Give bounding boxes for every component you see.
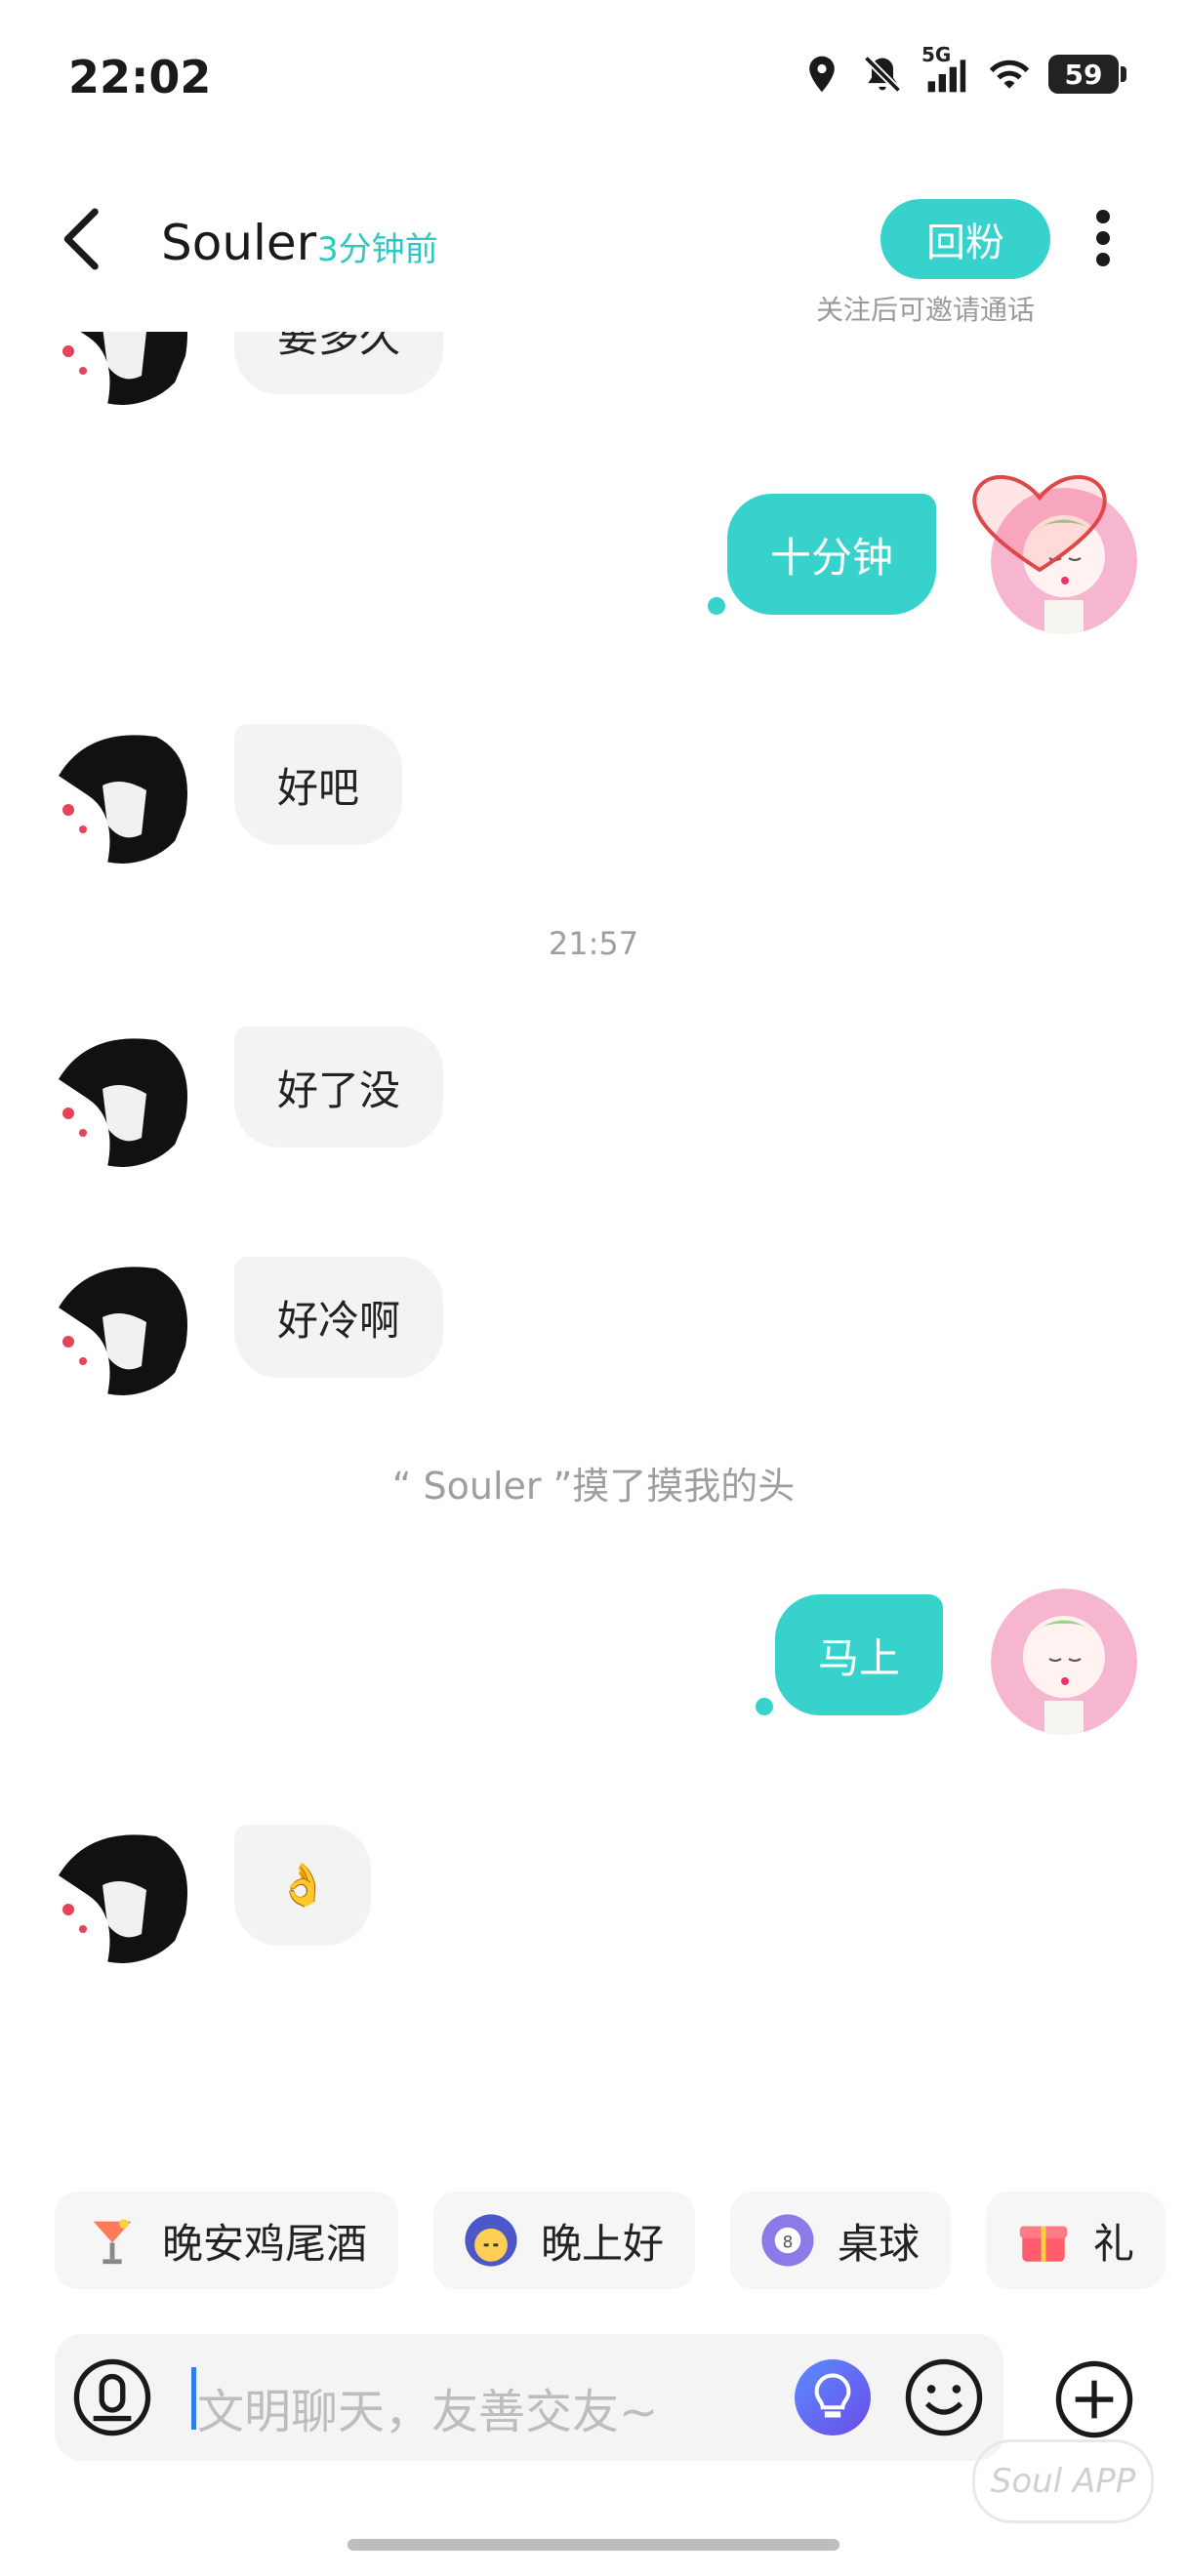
heart-outline-icon: [972, 475, 1107, 573]
message-bubble-incoming[interactable]: 好了没: [234, 1026, 444, 1147]
timestamp-divider: 21:57: [548, 925, 639, 962]
suggestion-chip[interactable]: 8 桌球: [730, 2192, 952, 2289]
message-bubble-incoming[interactable]: 好吧: [234, 724, 403, 845]
system-notice: “ Souler ”摸了摸我的头: [391, 1465, 796, 1508]
follow-hint: 关注后可邀请通话: [816, 294, 1036, 326]
contact-avatar[interactable]: [49, 1249, 195, 1395]
location-icon: [809, 56, 835, 93]
message-bubble-incoming[interactable]: 要多久: [234, 332, 444, 394]
message-input[interactable]: 文明聊天，友善交友~: [197, 2373, 658, 2441]
status-time: 22:02: [68, 51, 212, 103]
chat-header: Souler 3分钟前 回粉 关注后可邀请通话: [0, 185, 1187, 332]
read-indicator: [708, 597, 725, 615]
contact-name[interactable]: Souler: [161, 215, 316, 271]
message-bubble-outgoing[interactable]: 十分钟: [727, 494, 937, 615]
message-bubble-incoming[interactable]: 👌: [234, 1825, 372, 1946]
contact-avatar[interactable]: [49, 332, 195, 405]
voice-input-icon[interactable]: [70, 2355, 154, 2439]
status-icons: 5G 59: [800, 43, 1126, 96]
battery-icon: 59: [1048, 55, 1126, 94]
gift-icon: [1019, 2226, 1068, 2262]
app-watermark: Soul APP: [972, 2439, 1154, 2523]
ai-assistant-icon[interactable]: [793, 2357, 873, 2437]
suggestion-chip[interactable]: 晚上好: [433, 2192, 696, 2289]
text-caret: [191, 2367, 196, 2430]
add-more-icon[interactable]: [1052, 2357, 1136, 2441]
moon-face-icon: [465, 2214, 517, 2267]
signal-5g-icon: 5G: [921, 43, 970, 96]
back-arrow-icon[interactable]: [54, 205, 112, 273]
message-input-bar: 文明聊天，友善交友~: [55, 2334, 1003, 2461]
contact-avatar[interactable]: [49, 717, 195, 864]
message-bubble-incoming[interactable]: 好冷啊: [234, 1257, 444, 1378]
more-options-icon[interactable]: [1085, 209, 1121, 267]
message-bubble-outgoing[interactable]: 马上: [775, 1594, 944, 1715]
billiard-ball-icon: 8: [761, 2214, 814, 2267]
read-indicator: [756, 1698, 773, 1715]
bell-muted-icon: [863, 55, 902, 94]
suggestion-chip[interactable]: 礼: [986, 2192, 1167, 2289]
message-list[interactable]: 要多久 十分钟 好吧 21:57 好了没 好冷啊 “ Souler ”摸了摸我的…: [0, 332, 1187, 2166]
svg-text:8: 8: [783, 2232, 794, 2251]
cocktail-icon: [93, 2219, 132, 2265]
emoji-icon[interactable]: [902, 2355, 986, 2439]
status-bar: 22:02 5G 59: [0, 0, 1187, 156]
quick-suggestions: 晚安鸡尾酒 晚上好 8 桌球 礼: [55, 2192, 1167, 2289]
follow-back-button[interactable]: 回粉: [880, 199, 1050, 279]
contact-avatar[interactable]: [49, 1021, 195, 1167]
wifi-icon: [989, 60, 1030, 89]
suggestion-chip[interactable]: 晚安鸡尾酒: [55, 2192, 399, 2289]
contact-avatar[interactable]: [49, 1817, 195, 1963]
my-avatar[interactable]: [991, 1589, 1137, 1735]
last-active-time: 3分钟前: [317, 230, 438, 269]
home-indicator[interactable]: [348, 2539, 839, 2551]
